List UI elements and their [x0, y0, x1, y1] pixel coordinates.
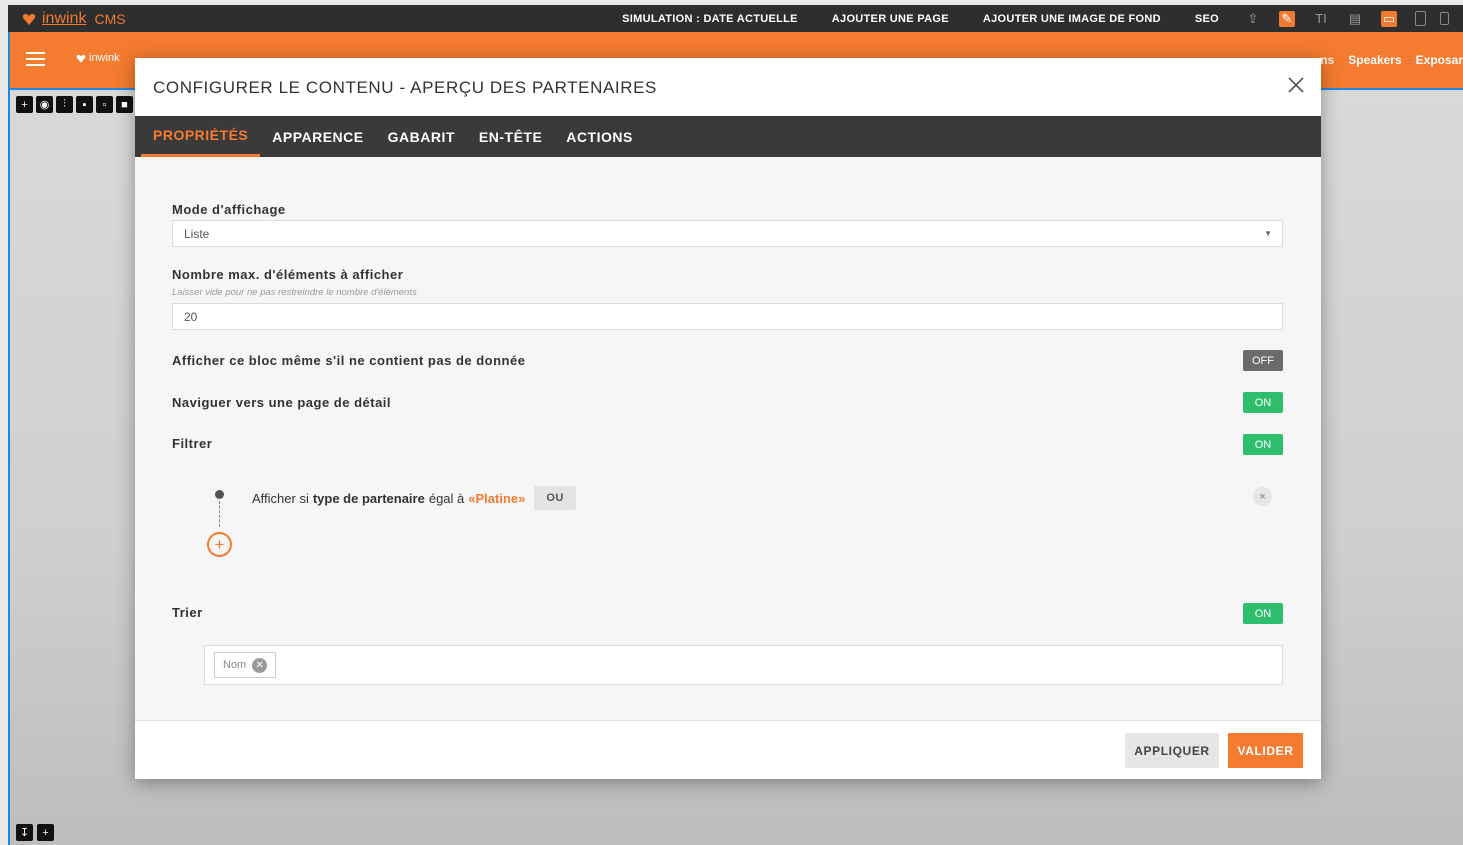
display-mode-label: Mode d'affichage — [172, 202, 286, 217]
add-page-button[interactable]: AJOUTER UNE PAGE — [832, 13, 949, 25]
inwink-logo-icon — [22, 13, 36, 25]
validate-button[interactable]: VALIDER — [1228, 733, 1303, 768]
filter-label: Filtrer — [172, 436, 213, 451]
simulation-button[interactable]: SIMULATION : DATE ACTUELLE — [622, 13, 798, 25]
filter-connector — [219, 501, 220, 527]
cms-actions: SIMULATION : DATE ACTUELLE AJOUTER UNE P… — [622, 5, 1463, 32]
tab-template[interactable]: GABARIT — [376, 116, 467, 157]
move-down-icon[interactable]: ↧ — [16, 824, 33, 841]
modal-tabs: PROPRIÉTÉS APPARENCE GABARIT EN-TÊTE ACT… — [135, 116, 1321, 157]
mobile-icon[interactable] — [1440, 12, 1449, 25]
inwink-small-logo-icon — [76, 54, 86, 63]
show-empty-label: Afficher ce bloc même s'il ne contient p… — [172, 353, 526, 368]
seo-button[interactable]: SEO — [1195, 13, 1219, 25]
display-mode-value: Liste — [184, 227, 210, 241]
filter-rule-operator: égal à — [428, 490, 465, 506]
menu-icon[interactable] — [26, 52, 45, 66]
filter-rule-value: «Platine» — [468, 490, 526, 506]
trash-icon[interactable]: ▪ — [76, 96, 93, 113]
max-items-input[interactable]: 20 — [172, 303, 1283, 330]
sort-field-input[interactable]: Nom ✕ — [204, 645, 1283, 685]
filter-rule-prefix: Afficher si — [252, 490, 309, 506]
tab-actions[interactable]: ACTIONS — [554, 116, 645, 157]
close-icon[interactable] — [1287, 76, 1305, 94]
navigate-detail-label: Naviguer vers une page de détail — [172, 395, 392, 410]
more-icon[interactable]: ■ — [116, 96, 133, 113]
modal-body: Mode d'affichage Liste ▼ Nombre max. d'é… — [135, 157, 1321, 720]
nav-item-partial[interactable]: ns — [1320, 53, 1334, 67]
remove-filter-icon[interactable]: × — [1253, 487, 1272, 506]
remove-tag-icon[interactable]: ✕ — [252, 657, 268, 673]
desktop-icon[interactable]: ▭ — [1381, 10, 1397, 27]
filter-rule-dot — [215, 490, 224, 499]
add-block-icon[interactable]: + — [16, 96, 33, 113]
cms-brand: inwink — [42, 9, 87, 27]
block-edit-toolbar: + ◉ ⫶ ▪ ▫ ■ — [16, 96, 133, 113]
cms-toolbar: inwink CMS SIMULATION : DATE ACTUELLE AJ… — [8, 5, 1463, 32]
cms-product: CMS — [94, 10, 126, 27]
share-icon[interactable]: ⇪ — [1245, 11, 1261, 27]
sort-tag-label: Nom — [223, 659, 247, 671]
sort-label: Trier — [172, 605, 203, 620]
add-background-button[interactable]: AJOUTER UNE IMAGE DE FOND — [983, 13, 1161, 25]
cms-logo[interactable]: inwink CMS — [22, 10, 126, 28]
tab-appearance[interactable]: APPARENCE — [260, 116, 375, 157]
nav-item-exhibitors[interactable]: Exposar — [1416, 53, 1463, 67]
site-nav: ns Speakers Exposar — [1320, 53, 1463, 67]
show-empty-toggle[interactable]: OFF — [1243, 350, 1283, 371]
text-icon[interactable]: TI — [1313, 11, 1329, 27]
max-items-label: Nombre max. d'éléments à afficher — [172, 267, 404, 282]
display-mode-select[interactable]: Liste ▼ — [172, 220, 1283, 247]
add-filter-icon[interactable]: + — [207, 532, 232, 557]
tab-header[interactable]: EN-TÊTE — [467, 116, 554, 157]
palette-icon[interactable]: ◉ — [36, 96, 53, 113]
filter-rule-field: type de partenaire — [312, 490, 425, 506]
max-items-value: 20 — [184, 310, 198, 324]
max-items-hint: Laisser vide pour ne pas restreindre le … — [172, 287, 417, 298]
chevron-down-icon: ▼ — [1264, 229, 1272, 238]
modal-footer: APPLIQUER VALIDER — [135, 720, 1321, 779]
apply-button[interactable]: APPLIQUER — [1125, 733, 1219, 768]
copy-icon[interactable]: ▫ — [96, 96, 113, 113]
site-logo[interactable]: inwink — [76, 52, 120, 64]
configure-content-modal: CONFIGURER LE CONTENU - APERÇU DES PARTE… — [135, 58, 1321, 779]
tab-properties[interactable]: PROPRIÉTÉS — [141, 116, 261, 157]
site-brand: inwink — [89, 52, 120, 64]
sort-toggle[interactable]: ON — [1243, 603, 1283, 624]
navigate-detail-toggle[interactable]: ON — [1243, 392, 1283, 413]
add-bottom-icon[interactable]: + — [37, 824, 54, 841]
bottom-toolbar: ↧ + — [16, 824, 54, 841]
edit-icon[interactable]: ✎ — [1279, 10, 1295, 27]
tablet-icon[interactable] — [1415, 11, 1426, 26]
modal-title: CONFIGURER LE CONTENU - APERÇU DES PARTE… — [153, 78, 657, 97]
or-button[interactable]: OU — [534, 486, 576, 510]
sort-tag[interactable]: Nom ✕ — [214, 652, 277, 678]
modal-header: CONFIGURER LE CONTENU - APERÇU DES PARTE… — [135, 58, 1321, 116]
settings-sliders-icon[interactable]: ⫶ — [56, 96, 73, 113]
filter-rule[interactable]: Afficher si type de partenaire égal à «P… — [252, 486, 576, 510]
filter-toggle[interactable]: ON — [1243, 434, 1283, 455]
layout-icon[interactable]: ▤ — [1347, 11, 1363, 27]
nav-item-speakers[interactable]: Speakers — [1348, 53, 1401, 67]
